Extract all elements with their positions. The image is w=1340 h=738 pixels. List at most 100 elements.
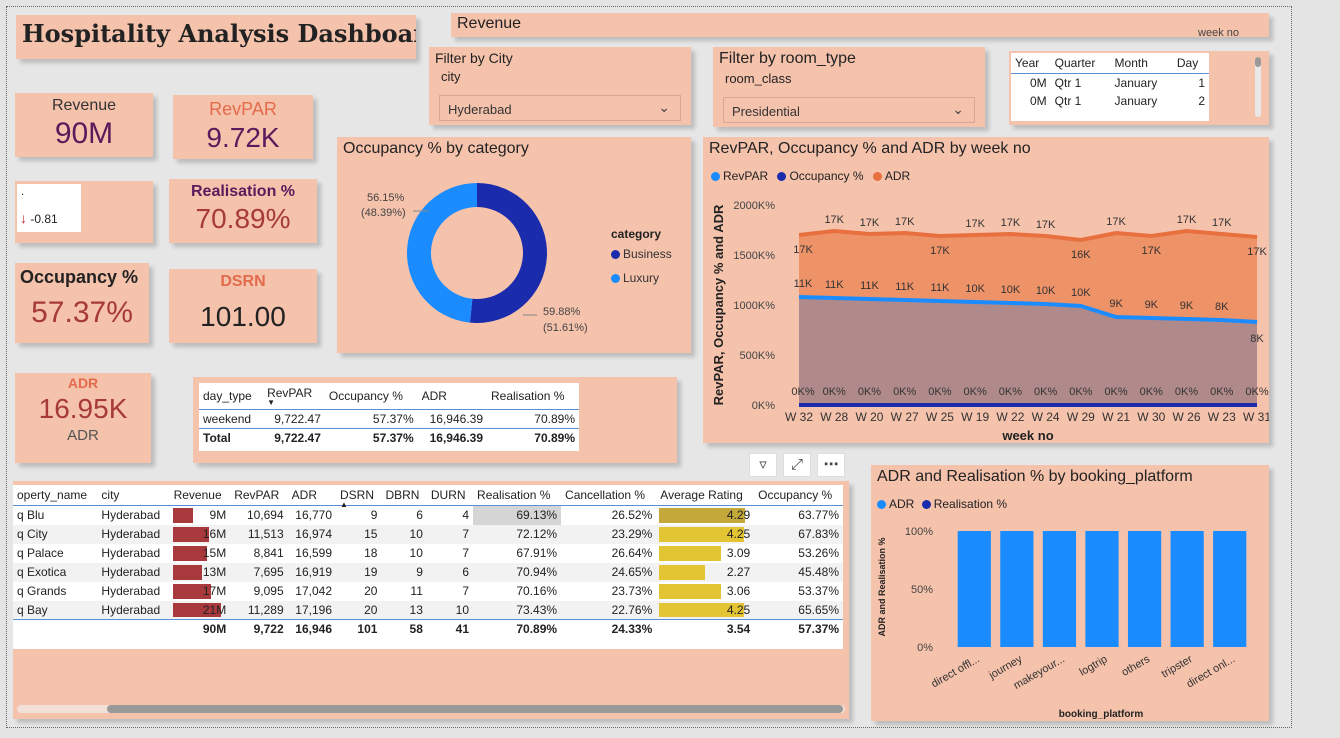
daytype-col-adr[interactable]: ADR [418,383,487,410]
table-row[interactable]: q Palace Hyderabad 15M 8,841 16,599 18 10 7 67.9… [13,544,843,563]
property-col-occupancy[interactable]: Occupancy % [754,485,843,506]
city-dropdown-value: Hyderabad [448,102,512,117]
donut-sublabel-luxury: (48.39%) [361,207,406,219]
x-tick-label: W 24 [1032,410,1060,424]
property-col-dbrn[interactable]: DBRN [381,485,427,506]
table-row[interactable]: q Grands Hyderabad 17M 9,095 17,042 20 11 7 70.1… [13,582,843,601]
date-table: Year Quarter Month Day 0M Qtr 1 January … [1011,53,1209,110]
sort-desc-icon: ▼ [267,398,275,407]
y-axis-label: RevPAR, Occupancy % and ADR [711,204,726,405]
revpar-kpi-label: RevPAR [209,99,277,119]
property-col-operty-name[interactable]: operty_name [13,485,98,506]
adr-data-label: 17K [1212,217,1232,229]
booking-bar[interactable] [1042,531,1077,647]
property-col-adr[interactable]: ADR [287,485,336,506]
date-col-month[interactable]: Month [1111,53,1173,74]
table-row[interactable]: q Exotica Hyderabad 13M 7,695 16,919 19 9 6 70.9… [13,562,843,582]
legend-dot-luxury [611,274,620,283]
revpar-data-label: 9K [1180,300,1194,312]
focus-mode-icon[interactable]: ⤢ [783,453,811,477]
daytype-col-revpar[interactable]: RevPAR ▼ [263,383,325,410]
booking-bar[interactable] [1127,531,1162,647]
booking-bar[interactable] [1000,531,1034,647]
occupancy-data-label: 0K% [823,386,846,398]
property-table-box: operty_name city Revenue RevPAR ADR DSRN ▲ DBRN… [13,485,843,649]
legend-item-luxury[interactable]: Luxury [611,271,672,285]
scrollbar-thumb[interactable] [107,705,843,713]
donut-slice-luxury[interactable] [407,183,477,323]
revpar-kpi-value: 9.72K [206,122,280,153]
city-dropdown[interactable]: Hyderabad ⌄ [439,95,681,121]
table-row[interactable]: q City Hyderabad 16M 11,513 16,974 15 10 7 72.12… [13,524,843,544]
property-col-average-rating[interactable]: Average Rating [656,485,755,506]
horizontal-scrollbar[interactable] [17,705,845,713]
small-change-card: . ↓ -0.81 [15,181,153,243]
occupancy-data-label: 0K% [1210,386,1233,398]
date-table-scrollbar[interactable] [1255,57,1261,117]
revenue-bar [172,564,203,580]
booking-bar[interactable] [1213,531,1247,647]
booking-bar[interactable] [957,531,991,647]
property-col-city[interactable]: city [97,485,170,506]
property-col-revpar[interactable]: RevPAR [230,485,288,506]
adr-data-label: 17K [930,245,950,257]
y-tick-label: 500K% [740,350,776,362]
x-tick-label: direct onl... [1185,653,1238,690]
booking-bar[interactable] [1085,531,1119,647]
y-tick-label: 0% [917,642,933,654]
weekly-chart-card: RevPAR, Occupancy % and ADR by week no R… [703,137,1269,443]
property-col-cancellation[interactable]: Cancellation % [561,485,657,506]
legend-dot-business [611,250,620,259]
x-tick-label: W 22 [996,410,1024,424]
table-row[interactable]: q Bay Hyderabad 21M 11,289 17,196 20 13 10 73.43… [13,600,843,620]
daytype-col-occupancy[interactable]: Occupancy % [325,383,418,410]
adr-data-label: 17K [824,214,844,226]
property-col-revenue[interactable]: Revenue [169,485,231,506]
booking-bar[interactable] [1170,531,1204,647]
daytype-col-daytype[interactable]: day_type [199,383,263,410]
x-axis-label: booking_platform [1059,709,1144,720]
room-filter-title: Filter by room_type [719,50,856,67]
x-tick-label: W 25 [926,410,954,424]
x-tick-label: logtrip [1078,653,1110,678]
y-tick-label: 100% [905,526,933,538]
adr-kpi-card: ADR 16.95K ADR [15,373,151,463]
more-options-icon[interactable]: ⋯ [817,453,845,477]
occupancy-kpi-card: Occupancy % 57.37% [15,263,149,343]
adr-data-label: 17K [1036,219,1056,231]
revpar-data-label: 10K [1036,285,1056,297]
revpar-data-label: 11K [860,280,879,292]
adr-kpi-value: 16.95K [38,393,128,424]
x-axis-label: week no [1001,428,1053,443]
x-tick-label: W 31 [1243,410,1269,424]
donut-slice-business[interactable] [469,183,547,323]
revpar-data-label: 11K [931,282,950,294]
daytype-col-realisation[interactable]: Realisation % [487,383,579,410]
adr-data-label: 17K [1142,245,1162,257]
weekly-area-chart: 0K% 500K% 1000K% 1500K% 2000K% RevPAR, Occupa… [711,200,1269,443]
daytype-table: day_type RevPAR ▼ Occupancy % ADR Realisa… [199,383,579,447]
property-col-realisation[interactable]: Realisation % [473,485,562,506]
adr-data-label: 16K [1071,249,1091,261]
room-filter-card: Filter by room_type room_class President… [713,47,985,127]
revenue-bar [172,508,194,523]
date-table-box: Year Quarter Month Day 0M Qtr 1 January … [1011,53,1209,121]
legend-item-business[interactable]: Business [611,247,672,261]
occupancy-data-label: 0K% [999,386,1022,398]
adr-data-label: 17K [860,217,880,229]
small-change-box: . ↓ -0.81 [17,184,81,232]
occupancy-data-label: 0K% [893,386,916,398]
filter-icon[interactable]: ▿ [749,453,777,477]
table-row[interactable]: q Blu Hyderabad 9M 10,694 16,770 9 6 4 69.13% 26.… [13,505,843,525]
property-col-dsrn[interactable]: DSRN ▲ [336,485,382,509]
room-dropdown-value: Presidential [732,104,800,119]
date-col-day[interactable]: Day [1173,53,1209,74]
small-change-label: . [21,186,25,198]
date-col-year[interactable]: Year [1011,53,1051,74]
occupancy-data-label: 0K% [1069,386,1092,398]
occupancy-data-label: 0K% [1245,386,1268,398]
property-col-durn[interactable]: DURN [426,485,474,506]
date-col-quarter[interactable]: Quarter [1051,53,1111,74]
x-tick-label: W 21 [1102,410,1130,424]
room-dropdown[interactable]: Presidential ⌄ [723,97,975,123]
